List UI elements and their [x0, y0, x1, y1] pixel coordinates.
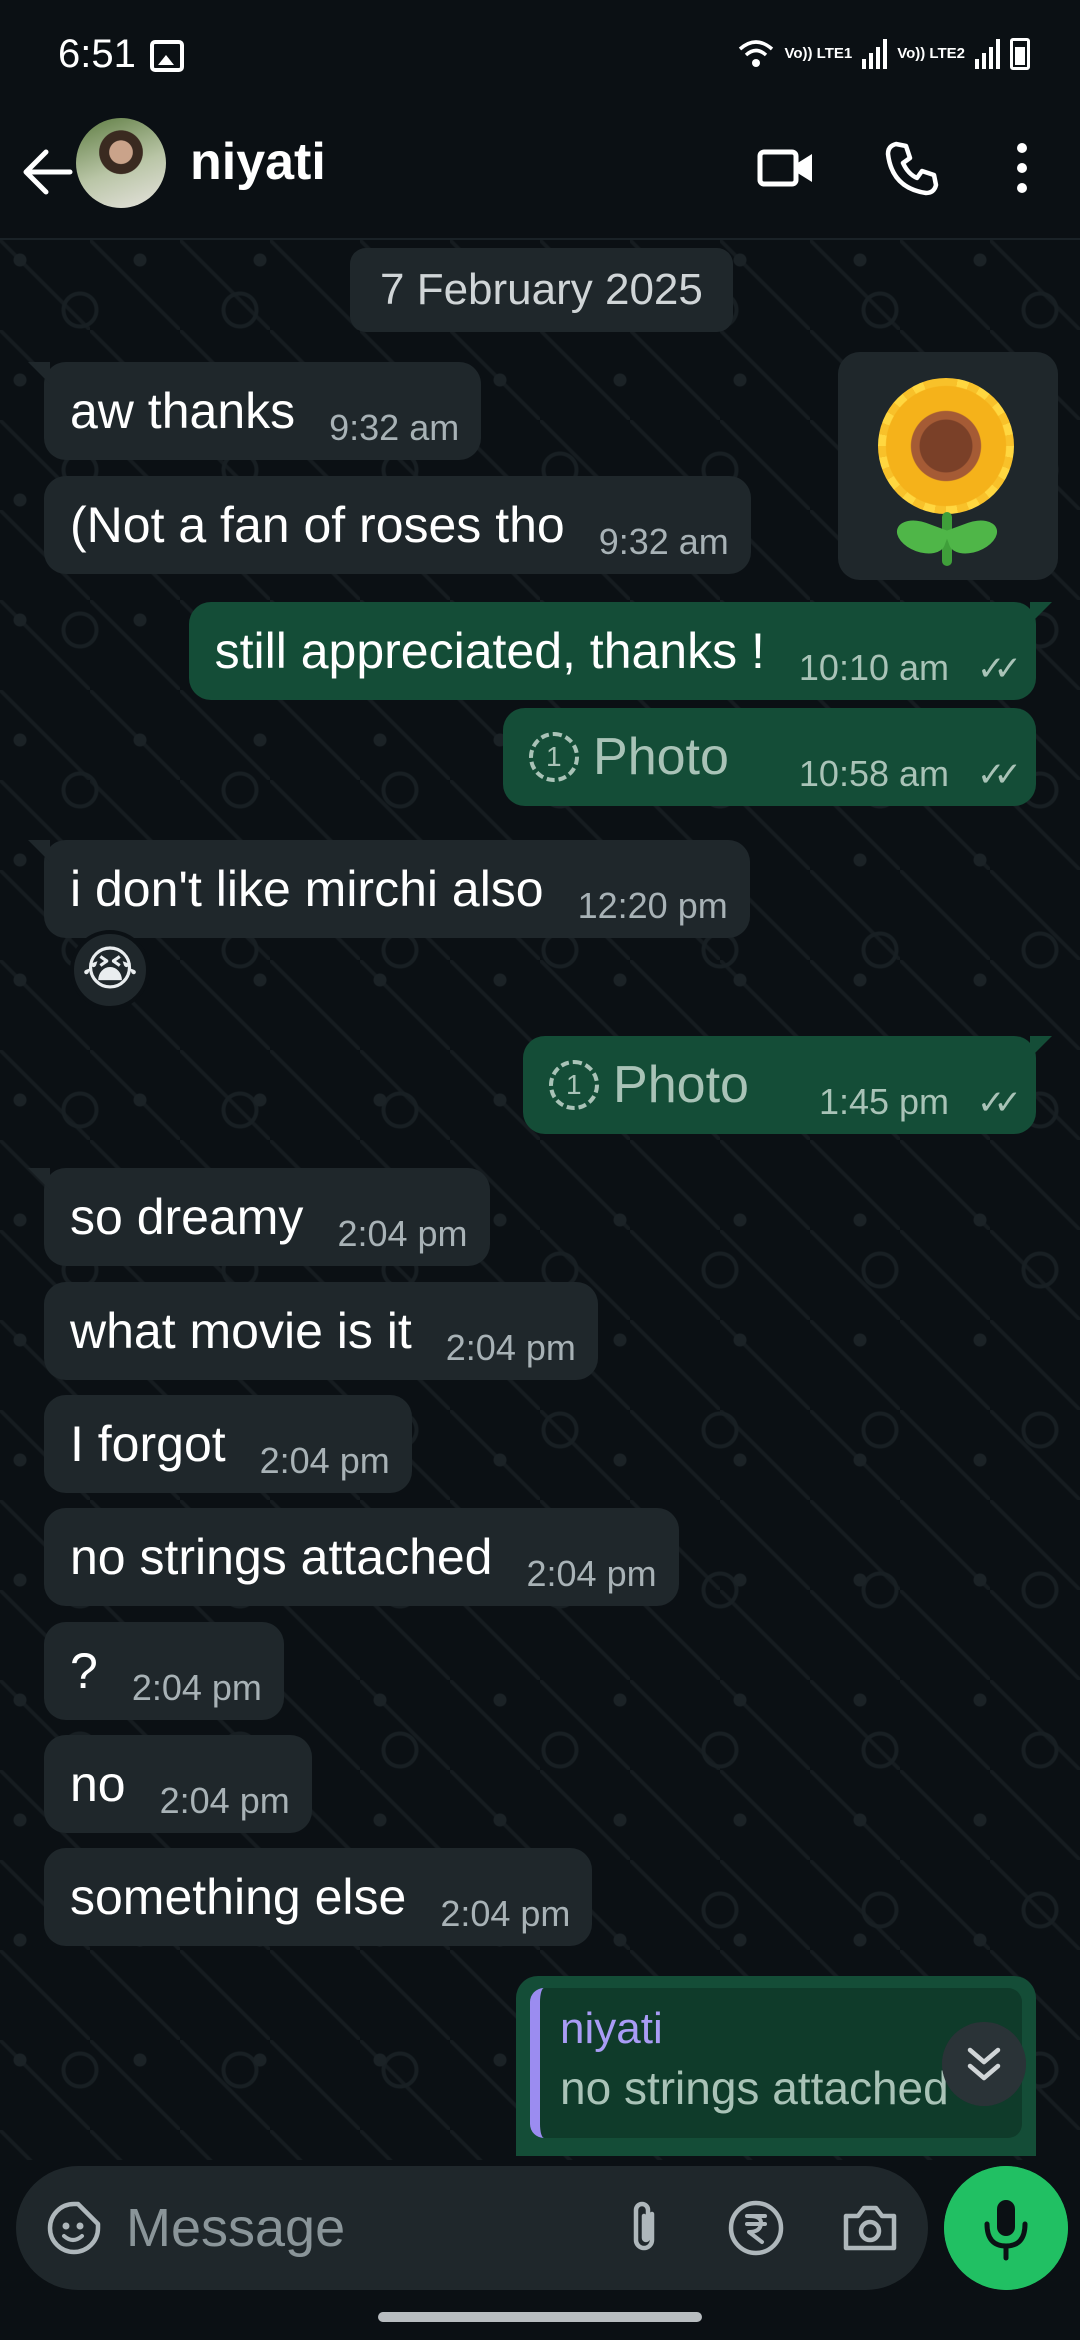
message-incoming[interactable]: ? 2:04 pm: [44, 1622, 284, 1720]
signal-sim1-icon: [862, 39, 888, 69]
message-time: 12:20 pm: [577, 885, 728, 926]
signal-sim2-icon: [975, 39, 1000, 69]
message-incoming[interactable]: something else 2:04 pm: [44, 1848, 593, 1946]
read-ticks-icon: ✓✓: [977, 650, 1022, 688]
contact-name[interactable]: niyati: [190, 132, 326, 192]
message-text: something else: [70, 1869, 407, 1925]
sunflower-head: [878, 378, 1014, 514]
read-ticks-icon: ✓✓: [977, 1084, 1022, 1122]
message-text: what movie is it: [70, 1303, 412, 1359]
voice-call-icon[interactable]: [882, 138, 942, 198]
message-incoming[interactable]: i don't like mirchi also 12:20 pm: [28, 840, 750, 938]
message-time: 2:04 pm: [131, 1667, 262, 1708]
message-text: I forgot: [70, 1416, 226, 1472]
message-text: no strings attached: [70, 1529, 493, 1585]
message-incoming[interactable]: what movie is it 2:04 pm: [44, 1282, 598, 1380]
avatar[interactable]: [76, 118, 166, 208]
message-text: ?: [70, 1643, 98, 1699]
chat-area[interactable]: 7 February 2025 aw thanks 9:32 am (Not a …: [0, 240, 1080, 2160]
rupee-payment-icon[interactable]: [724, 2196, 788, 2260]
date-chip: 7 February 2025: [350, 248, 733, 332]
sunflower-leaf: [944, 514, 1002, 560]
message-text: aw thanks: [70, 383, 296, 439]
video-call-icon[interactable]: [756, 138, 816, 198]
message-text: (Not a fan of roses tho: [70, 497, 565, 553]
message-text: so dreamy: [70, 1189, 304, 1245]
message-input[interactable]: [126, 2186, 606, 2270]
camera-icon[interactable]: [838, 2196, 902, 2260]
message-outgoing[interactable]: still appreciated, thanks ! 10:10 am ✓✓: [188, 602, 1053, 700]
pending-clock-icon: [529, 731, 580, 782]
message-incoming[interactable]: (Not a fan of roses tho 9:32 am: [44, 476, 751, 574]
wifi-icon: [739, 40, 774, 67]
message-time: 2:04 pm: [337, 1213, 468, 1254]
sim2-label: Vo)) LTE2: [897, 45, 965, 62]
chat-header: niyati: [0, 110, 1080, 240]
sunflower-sticker[interactable]: [838, 352, 1058, 580]
message-time: 2:04 pm: [440, 1893, 571, 1934]
battery-icon: [1010, 38, 1030, 70]
message-time: 9:32 am: [598, 521, 729, 562]
mic-icon[interactable]: [944, 2166, 1068, 2290]
scroll-to-bottom-icon[interactable]: [942, 2022, 1026, 2106]
message-time: 1:45 pm: [818, 1081, 950, 1122]
emoji-sticker-icon[interactable]: [44, 2198, 104, 2258]
message-time: 2:04 pm: [159, 1780, 290, 1821]
message-incoming[interactable]: no 2:04 pm: [44, 1735, 312, 1833]
message-incoming[interactable]: no strings attached 2:04 pm: [44, 1508, 679, 1606]
more-options-icon[interactable]: [992, 138, 1052, 198]
gallery-notification-icon: [150, 40, 184, 72]
message-time: 9:32 am: [329, 407, 460, 448]
message-incoming[interactable]: aw thanks 9:32 am: [27, 362, 482, 460]
message-incoming[interactable]: I forgot 2:04 pm: [44, 1395, 412, 1493]
message-text: Photo: [613, 1056, 749, 1114]
pending-clock-icon: [549, 1059, 600, 1110]
message-time: 2:04 pm: [526, 1553, 657, 1594]
message-time: 10:10 am: [798, 647, 950, 688]
message-incoming[interactable]: so dreamy 2:04 pm: [28, 1168, 490, 1266]
message-text: Photo: [593, 728, 729, 786]
back-arrow-icon[interactable]: [18, 142, 78, 202]
message-text: i don't like mirchi also: [70, 861, 544, 917]
message-outgoing-photo[interactable]: Photo 1:45 pm ✓✓: [523, 1036, 1052, 1134]
attach-icon[interactable]: [612, 2196, 676, 2260]
reaction-emoji[interactable]: 😭: [70, 930, 150, 1010]
sim1-label: Vo)) LTE1: [784, 45, 853, 62]
message-time: 10:58 am: [798, 753, 950, 794]
read-ticks-icon: ✓✓: [977, 756, 1022, 794]
message-outgoing-photo[interactable]: Photo 10:58 am ✓✓: [503, 708, 1036, 806]
message-time: 2:04 pm: [445, 1327, 576, 1368]
message-time: 2:04 pm: [259, 1440, 390, 1481]
message-text: still appreciated, thanks !: [214, 623, 765, 679]
home-gesture-bar[interactable]: [378, 2312, 702, 2322]
message-composer: [16, 2166, 928, 2290]
status-bar: 6:51 Vo)) LTE1 Vo)) LTE2: [0, 0, 1080, 110]
message-text: no: [70, 1756, 126, 1812]
status-time: 6:51: [58, 32, 136, 76]
status-indicators: Vo)) LTE1 Vo)) LTE2: [738, 38, 1030, 70]
